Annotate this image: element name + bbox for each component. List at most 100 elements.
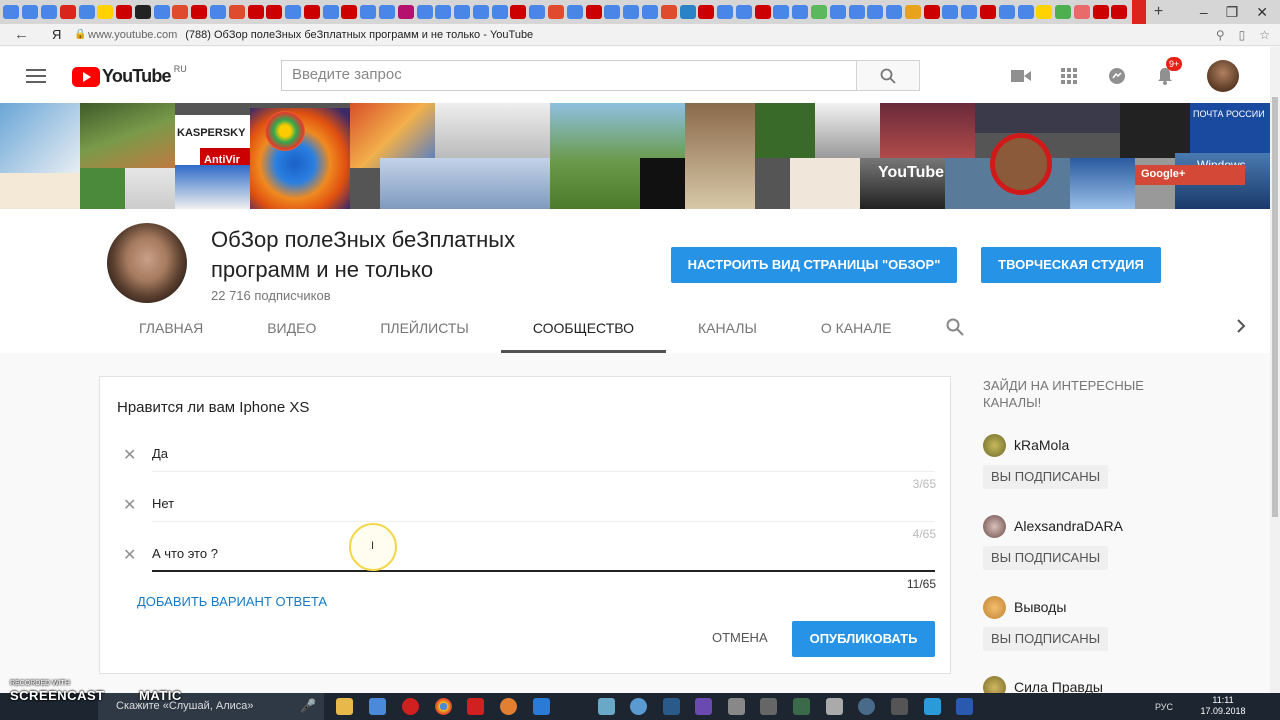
- telegram-icon[interactable]: [924, 698, 941, 715]
- browser-tab-favicon[interactable]: [341, 5, 358, 19]
- browser-tab-favicon[interactable]: [998, 5, 1015, 19]
- browser-tab-favicon[interactable]: [923, 5, 940, 19]
- browser-tab-favicon[interactable]: [886, 5, 903, 19]
- poll-option-input[interactable]: А что это ?: [152, 546, 218, 561]
- browser-tab-favicon[interactable]: [548, 5, 565, 19]
- browser-tab-favicon[interactable]: [1092, 5, 1109, 19]
- browser-tab-favicon[interactable]: [116, 5, 133, 19]
- subscribed-button[interactable]: ВЫ ПОДПИСАНЫ: [983, 627, 1109, 651]
- publish-button[interactable]: ОПУБЛИКОВАТЬ: [792, 621, 935, 657]
- minimize-icon[interactable]: –: [1200, 4, 1208, 20]
- browser-tab-favicon[interactable]: [754, 5, 771, 19]
- page-scrollbar[interactable]: [1270, 47, 1280, 693]
- word-icon[interactable]: [956, 698, 973, 715]
- edge-icon[interactable]: [533, 698, 550, 715]
- app-icon[interactable]: [858, 698, 875, 715]
- browser-tab-favicon[interactable]: [1111, 5, 1128, 19]
- app-icon[interactable]: [760, 698, 777, 715]
- browser-tab-favicon[interactable]: [435, 5, 452, 19]
- customize-overview-button[interactable]: НАСТРОИТЬ ВИД СТРАНИЦЫ "ОБЗОР": [671, 247, 957, 283]
- browser-tab-favicon[interactable]: [191, 5, 208, 19]
- youtube-logo[interactable]: YouTube RU: [72, 64, 187, 87]
- channel-name[interactable]: Выводы: [1014, 599, 1066, 615]
- browser-tab-favicon[interactable]: [792, 5, 809, 19]
- opera-icon[interactable]: [402, 698, 419, 715]
- browser-tab-favicon[interactable]: [942, 5, 959, 19]
- subscribed-button[interactable]: ВЫ ПОДПИСАНЫ: [983, 546, 1109, 570]
- browser-tab-favicon[interactable]: [961, 5, 978, 19]
- address-bar[interactable]: ← Я 🔒 www.youtube.com (788) ОбЗор полеЗн…: [0, 24, 1280, 46]
- browser-tab-favicon[interactable]: [1073, 5, 1090, 19]
- apps-grid-icon[interactable]: [1058, 65, 1080, 87]
- tab-home[interactable]: ГЛАВНАЯ: [107, 313, 235, 353]
- browser-tab-favicon[interactable]: [134, 5, 151, 19]
- app-icon[interactable]: [793, 698, 810, 715]
- search-button[interactable]: [856, 60, 920, 91]
- add-option-button[interactable]: ДОБАВИТЬ ВАРИАНТ ОТВЕТА: [137, 594, 327, 609]
- browser-tab-favicon[interactable]: [773, 5, 790, 19]
- browser-tab-favicon[interactable]: [717, 5, 734, 19]
- channel-avatar[interactable]: [107, 223, 187, 303]
- browser-tab-favicon[interactable]: [491, 5, 508, 19]
- maximize-icon[interactable]: ❐: [1226, 4, 1239, 21]
- remove-option-close-icon[interactable]: ✕: [123, 495, 136, 515]
- browser-tab-favicon[interactable]: [1036, 5, 1053, 19]
- tabs-next-chevron-icon[interactable]: [1236, 319, 1246, 338]
- browser-tab-favicon[interactable]: [40, 5, 57, 19]
- firefox-icon[interactable]: [500, 698, 517, 715]
- messages-icon[interactable]: [1106, 65, 1128, 87]
- file-explorer-icon[interactable]: [336, 698, 353, 715]
- app-icon[interactable]: [891, 698, 908, 715]
- close-icon[interactable]: ✕: [1256, 4, 1268, 21]
- browser-tab-favicon[interactable]: [810, 5, 827, 19]
- poll-question[interactable]: Нравится ли вам Iphone XS: [117, 399, 309, 416]
- key-icon[interactable]: ⚲: [1216, 28, 1225, 42]
- browser-tab-favicon[interactable]: [379, 5, 396, 19]
- creator-studio-button[interactable]: ТВОРЧЕСКАЯ СТУДИЯ: [981, 247, 1161, 283]
- browser-tab-favicon[interactable]: [848, 5, 865, 19]
- browser-tab-favicon[interactable]: [78, 5, 95, 19]
- browser-tab-favicon[interactable]: [22, 5, 39, 19]
- browser-tab-favicon[interactable]: [454, 5, 471, 19]
- browser-tab-favicon[interactable]: [59, 5, 76, 19]
- browser-tab-favicon[interactable]: [1017, 5, 1034, 19]
- address-page-title[interactable]: (788) ОбЗор полеЗных беЗплатных программ…: [185, 29, 533, 41]
- remove-option-close-icon[interactable]: ✕: [123, 545, 136, 565]
- browser-tab-favicon[interactable]: [735, 5, 752, 19]
- browser-tab-favicon[interactable]: [3, 5, 20, 19]
- channel-avatar[interactable]: [983, 596, 1006, 619]
- taskbar-clock[interactable]: 11:11 17.09.2018: [1198, 695, 1248, 717]
- browser-tab-favicon[interactable]: [660, 5, 677, 19]
- browser-tab-favicon[interactable]: [698, 5, 715, 19]
- browser-tab-favicon[interactable]: [209, 5, 226, 19]
- browser-tab-favicon[interactable]: [153, 5, 170, 19]
- store-icon[interactable]: [369, 698, 386, 715]
- active-browser-tab[interactable]: [1131, 0, 1146, 24]
- scrollbar-thumb[interactable]: [1272, 97, 1278, 517]
- tab-channels[interactable]: КАНАЛЫ: [666, 313, 789, 353]
- notifications-bell-icon[interactable]: 9+: [1154, 57, 1183, 87]
- browser-tab-favicon[interactable]: [228, 5, 245, 19]
- microphone-icon[interactable]: 🎤: [300, 698, 317, 715]
- visual-studio-icon[interactable]: [695, 698, 712, 715]
- subscribed-button[interactable]: ВЫ ПОДПИСАНЫ: [983, 465, 1109, 489]
- search-input[interactable]: Введите запрос: [281, 60, 857, 91]
- remove-option-close-icon[interactable]: ✕: [123, 445, 136, 465]
- browser-tab-favicon[interactable]: [904, 5, 921, 19]
- browser-tab-favicon[interactable]: [472, 5, 489, 19]
- channel-avatar[interactable]: [983, 515, 1006, 538]
- new-tab-plus-icon[interactable]: +: [1154, 3, 1168, 21]
- browser-tab-favicon[interactable]: [285, 5, 302, 19]
- browser-tab-favicon[interactable]: [529, 5, 546, 19]
- camera-icon[interactable]: [826, 698, 843, 715]
- address-domain[interactable]: www.youtube.com: [88, 29, 177, 41]
- app-icon[interactable]: [663, 698, 680, 715]
- browser-tab-favicon[interactable]: [303, 5, 320, 19]
- browser-tab-favicon[interactable]: [980, 5, 997, 19]
- browser-tab-favicon[interactable]: [829, 5, 846, 19]
- browser-tab-favicon[interactable]: [1055, 5, 1072, 19]
- channel-search-icon[interactable]: [946, 318, 964, 341]
- channel-avatar[interactable]: [983, 434, 1006, 457]
- account-avatar[interactable]: [1207, 60, 1239, 92]
- browser-tab-favicon[interactable]: [360, 5, 377, 19]
